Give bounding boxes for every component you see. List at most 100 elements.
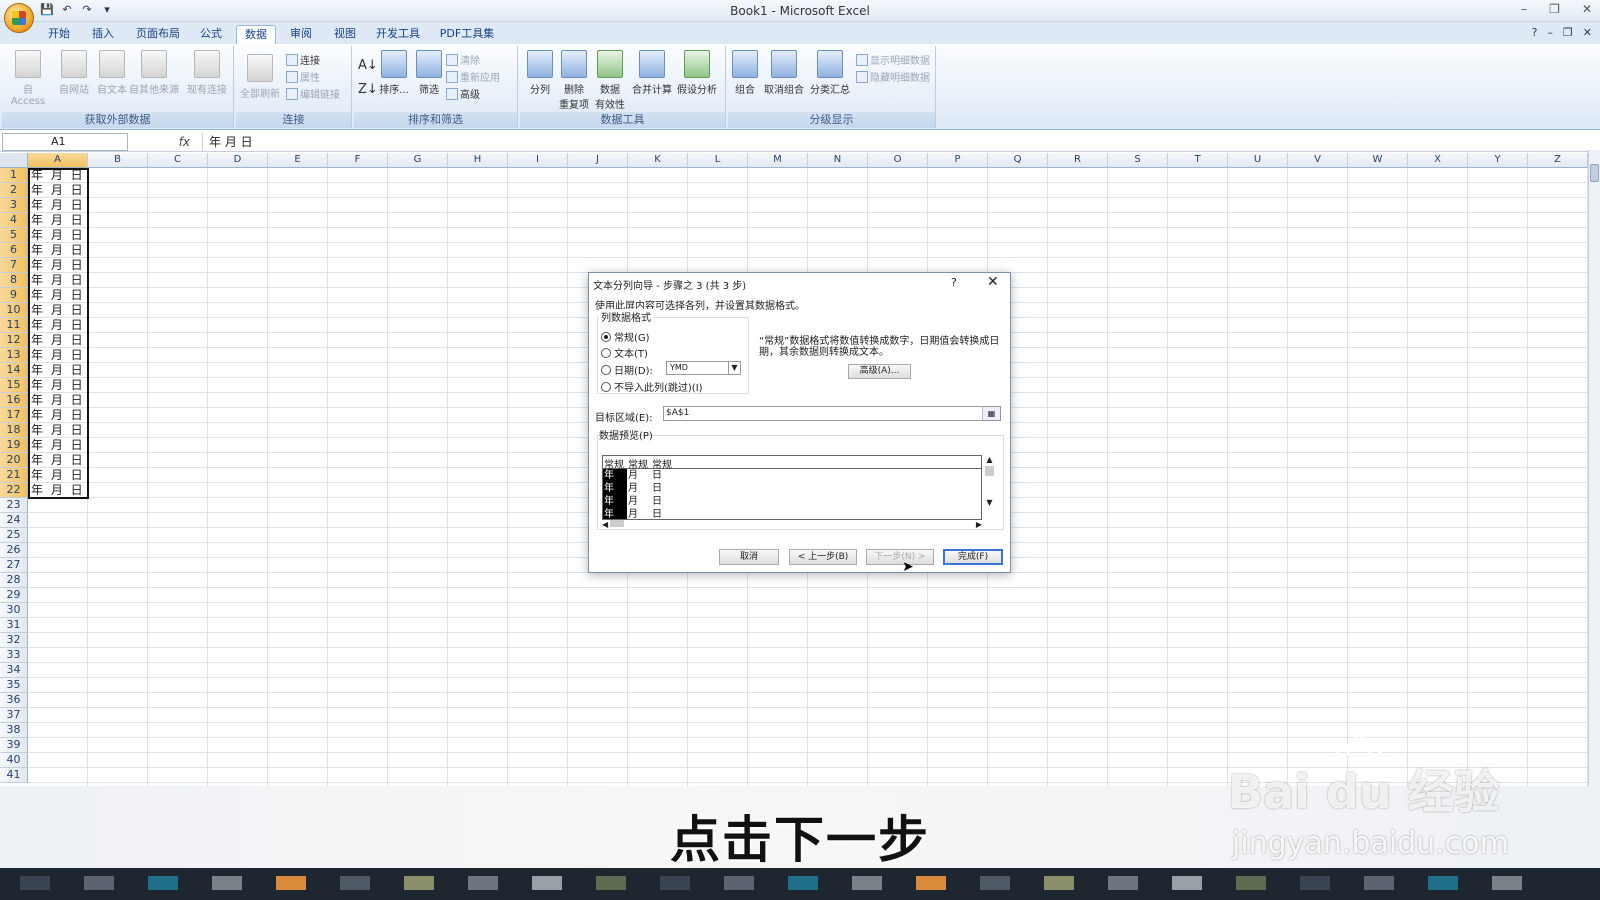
scroll-down-icon[interactable]: ▼ [982,498,997,507]
tab-page-layout[interactable]: 页面布局 [130,25,186,44]
cell[interactable]: 年 月 日 [28,168,88,183]
from-web-button[interactable]: 自网站 [54,50,94,96]
row-header[interactable]: 6 [0,243,28,258]
column-header[interactable]: U [1228,153,1288,168]
row-header[interactable]: 41 [0,768,28,783]
ungroup-button[interactable]: 取消组合 [762,50,806,96]
row-header[interactable]: 19 [0,438,28,453]
row-header[interactable]: 37 [0,708,28,723]
row-header[interactable]: 5 [0,228,28,243]
column-header[interactable]: B [88,153,148,168]
row-header[interactable]: 21 [0,468,28,483]
row-header[interactable]: 8 [0,273,28,288]
existing-connections-button[interactable]: 现有连接 [184,50,230,96]
row-header[interactable]: 32 [0,633,28,648]
chevron-down-icon[interactable]: ▼ [728,362,740,374]
hide-detail-button[interactable]: 隐藏明细数据 [856,69,930,84]
column-header[interactable]: O [868,153,928,168]
cell[interactable]: 年 月 日 [28,183,88,198]
column-header[interactable]: A [28,153,88,168]
row-header[interactable]: 13 [0,348,28,363]
cell[interactable]: 年 月 日 [28,258,88,273]
row-header[interactable]: 14 [0,363,28,378]
cell[interactable]: 年 月 日 [28,303,88,318]
minimize-button[interactable]: – [1521,2,1527,16]
ribbon-minimize-icon[interactable]: – [1547,26,1553,39]
scroll-thumb[interactable] [610,520,625,527]
row-header[interactable]: 39 [0,738,28,753]
column-header[interactable]: N [808,153,868,168]
filter-button[interactable]: 筛选 [414,50,444,96]
cell[interactable]: 年 月 日 [28,408,88,423]
cell[interactable]: 年 月 日 [28,423,88,438]
row-header[interactable]: 7 [0,258,28,273]
row-header[interactable]: 20 [0,453,28,468]
column-header[interactable]: Y [1468,153,1528,168]
option-date[interactable]: 日期(D): [601,362,653,377]
row-header[interactable]: 3 [0,198,28,213]
from-access-button[interactable]: 自 Access [6,50,50,107]
cell[interactable]: 年 月 日 [28,363,88,378]
formula-input[interactable]: 年 月 日 [202,133,1586,151]
help-icon[interactable]: ? [1532,26,1538,39]
row-header[interactable]: 18 [0,423,28,438]
remove-duplicates-button[interactable]: 删除 重复项 [556,50,592,111]
row-header[interactable]: 26 [0,543,28,558]
row-header[interactable]: 40 [0,753,28,768]
edit-links-button[interactable]: 编辑链接 [286,86,340,101]
row-header[interactable]: 34 [0,663,28,678]
cell[interactable]: 年 月 日 [28,198,88,213]
row-header[interactable]: 2 [0,183,28,198]
cell[interactable]: 年 月 日 [28,483,88,498]
column-header[interactable]: E [268,153,328,168]
data-preview[interactable]: 常规 常规 常规 年月日年月日年月日年月日 [602,455,982,520]
column-header[interactable]: J [568,153,628,168]
next-button[interactable]: 下一步(N) > [866,549,934,565]
option-general[interactable]: 常规(G) [601,329,650,344]
advanced-button[interactable]: 高级(A)... [848,364,911,379]
column-header[interactable]: V [1288,153,1348,168]
column-header[interactable]: Q [988,153,1048,168]
back-button[interactable]: < 上一步(B) [789,549,857,565]
option-skip[interactable]: 不导入此列(跳过)(I) [601,379,703,394]
tab-data[interactable]: 数据 [236,25,276,45]
row-header[interactable]: 23 [0,498,28,513]
column-header[interactable]: K [628,153,688,168]
scroll-thumb[interactable] [1590,164,1599,182]
radio-skip[interactable] [601,381,611,392]
preview-vertical-scrollbar[interactable]: ▲ ▼ [982,455,997,520]
cell[interactable]: 年 月 日 [28,348,88,363]
cell[interactable]: 年 月 日 [28,438,88,453]
row-header[interactable]: 29 [0,588,28,603]
cell[interactable]: 年 月 日 [28,468,88,483]
column-header[interactable]: F [328,153,388,168]
refresh-all-button[interactable]: 全部刷新 [238,54,282,100]
cell[interactable]: 年 月 日 [28,453,88,468]
restore-button[interactable]: ❐ [1549,2,1560,16]
row-header[interactable]: 35 [0,678,28,693]
row-header[interactable]: 30 [0,603,28,618]
show-detail-button[interactable]: 显示明细数据 [856,52,930,67]
column-header[interactable]: T [1168,153,1228,168]
row-header[interactable]: 15 [0,378,28,393]
name-box[interactable]: A1 [2,133,128,151]
row-header[interactable]: 12 [0,333,28,348]
date-format-select[interactable]: YMD ▼ [666,361,741,375]
destination-input[interactable]: $A$1 ▦ [663,406,1001,421]
radio-date[interactable] [601,364,611,375]
row-header[interactable]: 11 [0,318,28,333]
tab-pdf-tools[interactable]: PDF工具集 [434,25,500,44]
range-picker-icon[interactable]: ▦ [982,407,1000,420]
cell[interactable]: 年 月 日 [28,393,88,408]
column-header[interactable]: L [688,153,748,168]
column-header[interactable]: M [748,153,808,168]
radio-general[interactable] [601,331,611,342]
tab-insert[interactable]: 插入 [84,25,122,44]
reapply-button[interactable]: 重新应用 [446,69,500,84]
sort-ascending-icon[interactable]: A↓ [358,58,378,73]
column-header[interactable]: X [1408,153,1468,168]
what-if-analysis-button[interactable]: 假设分析 [674,50,720,96]
column-header[interactable]: R [1048,153,1108,168]
connections-button[interactable]: 连接 [286,52,320,67]
tab-home[interactable]: 开始 [40,25,78,44]
